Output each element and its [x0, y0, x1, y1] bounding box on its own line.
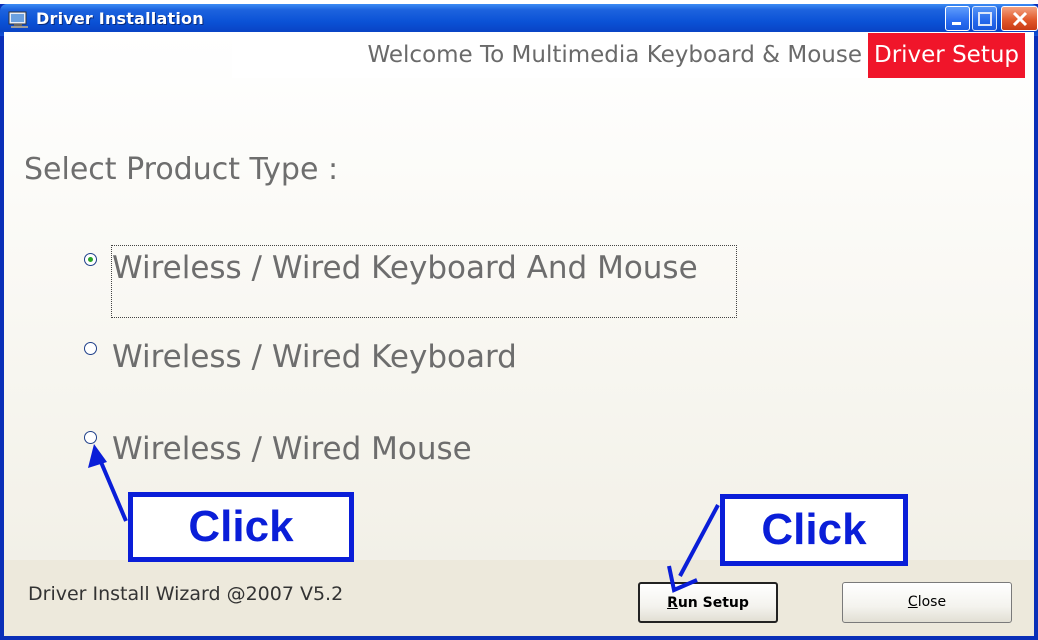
computer-icon: [8, 11, 30, 29]
select-product-type-heading: Select Product Type :: [24, 152, 339, 187]
option-label: Wireless / Wired Mouse: [112, 431, 472, 467]
option-label: Wireless / Wired Keyboard: [112, 339, 517, 375]
version-text: Driver Install Wizard @2007 V5.2: [28, 583, 344, 605]
close-label: lose: [917, 594, 947, 610]
radio-button[interactable]: [84, 342, 97, 355]
close-window-button[interactable]: [1001, 6, 1038, 31]
radio-button-selected[interactable]: [84, 253, 97, 266]
maximize-icon: [978, 12, 992, 26]
welcome-banner: Welcome To Multimedia Keyboard & Mouse: [232, 33, 868, 78]
mnemonic-r: R: [667, 595, 678, 611]
minimize-button[interactable]: [945, 6, 970, 31]
option-label: Wireless / Wired Keyboard And Mouse: [112, 250, 698, 286]
mnemonic-c: C: [907, 594, 918, 610]
run-setup-label: un Setup: [677, 595, 749, 611]
close-button[interactable]: Close: [842, 582, 1012, 623]
run-setup-button[interactable]: Run Setup: [638, 582, 778, 623]
minimize-icon: [952, 22, 961, 25]
click-annotation-run-setup: Click: [720, 494, 908, 566]
close-icon: [1012, 11, 1028, 27]
maximize-button[interactable]: [972, 6, 997, 31]
driver-setup-badge: Driver Setup: [868, 33, 1025, 78]
radio-button[interactable]: [84, 431, 97, 444]
radio-dot: [87, 256, 93, 262]
window-title: Driver Installation: [36, 9, 204, 28]
click-annotation-radio: Click: [128, 492, 354, 562]
